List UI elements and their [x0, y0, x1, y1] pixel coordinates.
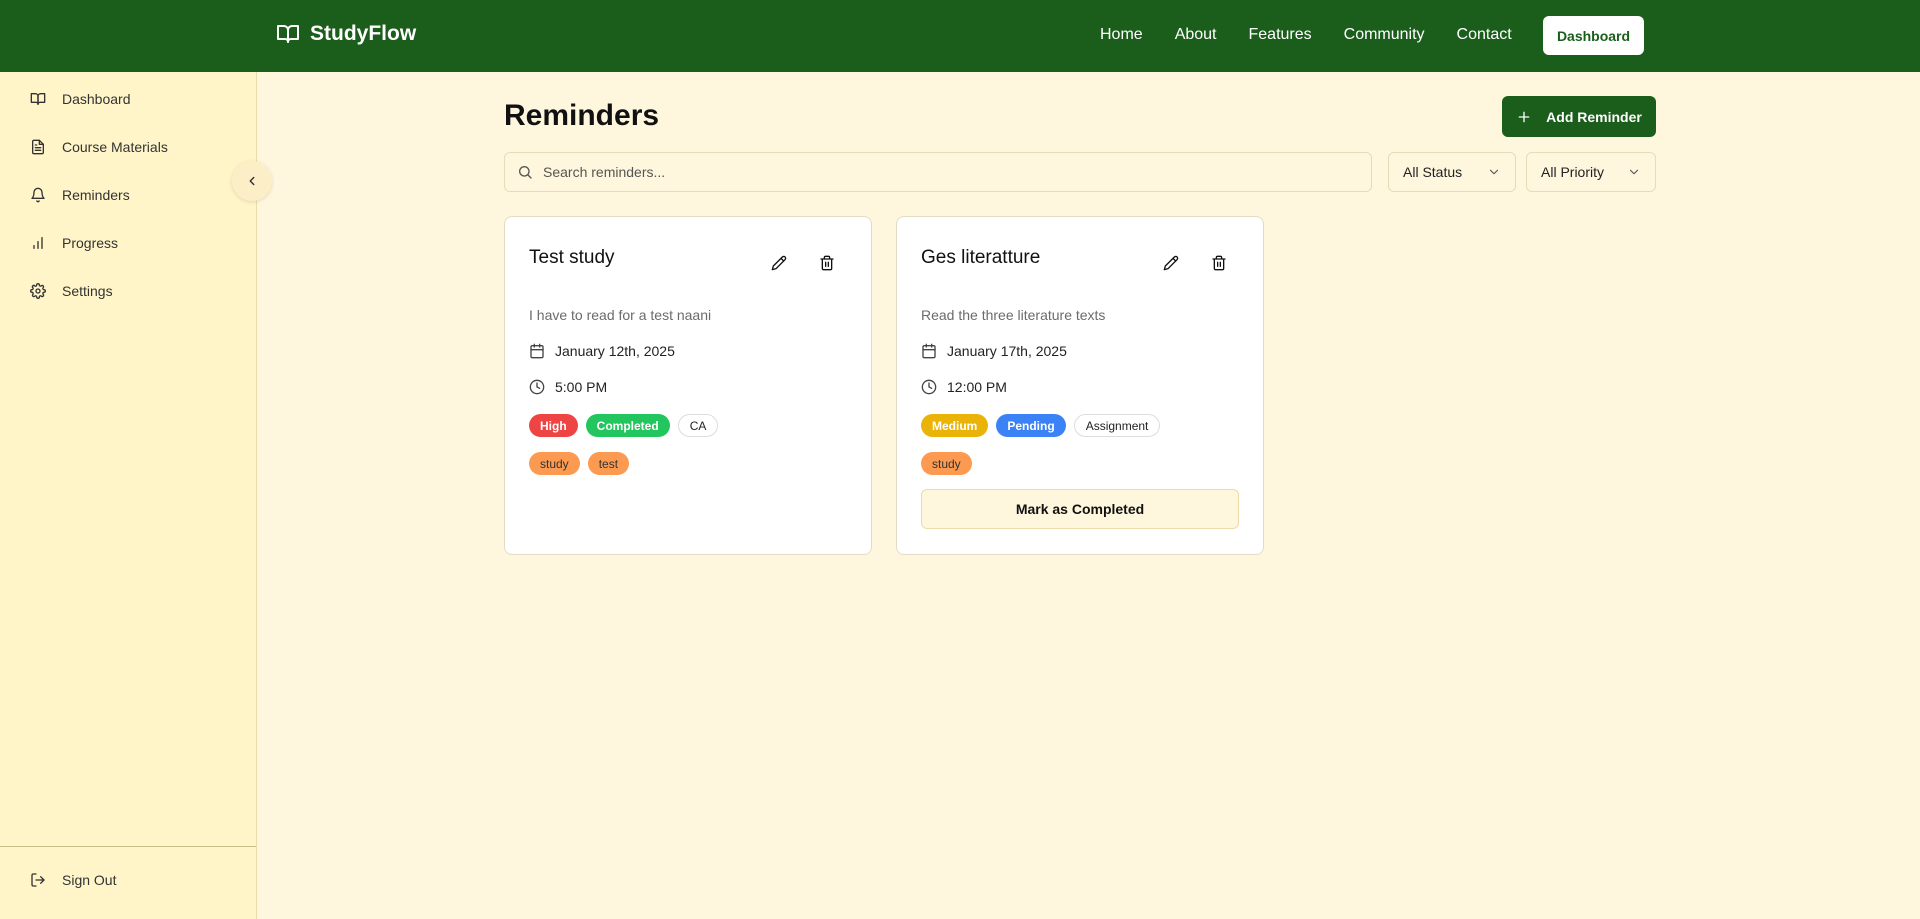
reminder-time-value: 12:00 PM	[947, 379, 1007, 395]
reminder-date: January 12th, 2025	[529, 343, 675, 359]
bell-icon	[31, 187, 45, 203]
sidebar-item-label: Dashboard	[62, 91, 131, 107]
sidebar-item-label: Progress	[62, 235, 119, 251]
reminder-description: Read the three literature texts	[921, 307, 1106, 323]
log-out-icon	[31, 873, 45, 887]
reminder-date-value: January 17th, 2025	[947, 343, 1067, 359]
file-text-icon	[31, 139, 44, 155]
search-icon	[519, 166, 532, 179]
nav-links: Home About Features Community Contact	[1100, 26, 1512, 44]
reminder-title: Ges literatture	[921, 247, 1041, 268]
tag-badge: study	[529, 452, 580, 475]
calendar-icon	[922, 343, 936, 359]
clock-icon	[921, 379, 937, 395]
sidebar-item-dashboard[interactable]: Dashboard	[30, 87, 131, 111]
priority-badge: Medium	[921, 414, 989, 437]
top-nav-bar: StudyFlow Home About Features Community …	[0, 0, 1920, 72]
sign-out-label: Sign Out	[62, 872, 117, 888]
calendar-icon	[530, 343, 544, 359]
nav-link-features[interactable]: Features	[1249, 26, 1312, 44]
brand-logo[interactable]: StudyFlow	[276, 22, 416, 46]
priority-filter-select[interactable]: All Priority	[1526, 152, 1656, 192]
reminder-date: January 17th, 2025	[921, 343, 1067, 359]
sidebar-item-settings[interactable]: Settings	[30, 279, 113, 303]
reminder-title: Test study	[529, 247, 615, 268]
clock-icon	[529, 379, 545, 395]
nav-link-community[interactable]: Community	[1344, 26, 1425, 44]
edit-button[interactable]	[1159, 251, 1183, 275]
add-reminder-button[interactable]: Add Reminder	[1502, 96, 1656, 137]
nav-dashboard-button[interactable]: Dashboard	[1543, 16, 1644, 55]
status-badge: Completed	[585, 414, 670, 437]
delete-button[interactable]	[815, 251, 839, 275]
status-filter-value: All Status	[1403, 164, 1463, 180]
reminder-tags: study	[921, 452, 972, 475]
reminder-description: I have to read for a test naani	[529, 307, 712, 323]
reminder-badges: High Completed CA	[529, 414, 719, 437]
page-title: Reminders	[504, 99, 660, 132]
reminder-time: 12:00 PM	[921, 379, 1007, 395]
book-open-icon	[30, 93, 46, 105]
gear-icon	[30, 283, 46, 299]
pencil-icon	[1163, 255, 1179, 271]
priority-badge: High	[529, 414, 578, 437]
add-reminder-label: Add Reminder	[1546, 108, 1642, 125]
status-badge: Pending	[996, 414, 1066, 437]
book-open-icon	[277, 25, 299, 43]
search-bar	[504, 152, 1372, 192]
bar-chart-icon	[33, 237, 43, 249]
sidebar-divider	[0, 846, 256, 847]
reminder-tags: study test	[529, 452, 630, 475]
reminder-time: 5:00 PM	[529, 379, 607, 395]
priority-filter-value: All Priority	[1541, 164, 1605, 180]
reminder-card: Ges literatture Read the three literatur…	[896, 216, 1264, 555]
sidebar: Dashboard Course Materials Reminders Pro…	[0, 72, 257, 919]
reminder-badges: Medium Pending Assignment	[921, 414, 1161, 437]
status-filter-select[interactable]: All Status	[1388, 152, 1516, 192]
sidebar-collapse-button[interactable]	[232, 161, 272, 201]
trash-icon	[1212, 255, 1226, 271]
sign-out-button[interactable]: Sign Out	[30, 872, 116, 888]
category-badge: CA	[677, 414, 719, 437]
nav-link-contact[interactable]: Contact	[1457, 26, 1512, 44]
reminder-date-value: January 12th, 2025	[555, 343, 675, 359]
sidebar-item-progress[interactable]: Progress	[30, 231, 118, 255]
nav-link-about[interactable]: About	[1175, 26, 1217, 44]
sidebar-item-reminders[interactable]: Reminders	[30, 183, 130, 207]
sidebar-item-course-materials[interactable]: Course Materials	[30, 135, 168, 159]
chevron-down-icon	[1489, 169, 1499, 175]
nav-link-home[interactable]: Home	[1100, 26, 1143, 44]
plus-icon	[1518, 111, 1530, 122]
edit-button[interactable]	[767, 251, 791, 275]
reminder-card: Test study I have to read for a test naa…	[504, 216, 872, 555]
pencil-icon	[771, 255, 787, 271]
delete-button[interactable]	[1207, 251, 1231, 275]
trash-icon	[820, 255, 834, 271]
chevron-left-icon	[249, 176, 255, 186]
sidebar-item-label: Course Materials	[62, 139, 168, 155]
tag-badge: test	[587, 452, 630, 475]
category-badge: Assignment	[1073, 414, 1161, 437]
sidebar-item-label: Settings	[62, 283, 113, 299]
reminder-time-value: 5:00 PM	[555, 379, 608, 395]
search-input[interactable]	[543, 164, 1343, 180]
chevron-down-icon	[1629, 169, 1639, 175]
mark-as-completed-button[interactable]: Mark as Completed	[921, 489, 1239, 529]
tag-badge: study	[921, 452, 972, 475]
sidebar-item-label: Reminders	[62, 187, 130, 203]
brand-name: StudyFlow	[310, 22, 417, 45]
